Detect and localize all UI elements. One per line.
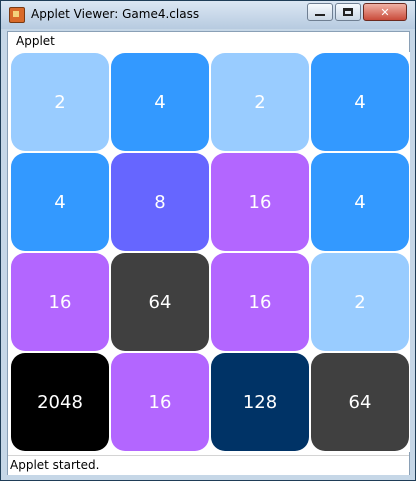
- applet-menu[interactable]: Applet: [16, 34, 55, 48]
- minimize-icon: [315, 14, 325, 16]
- title-bar[interactable]: Applet Viewer: Game4.class ✕: [1, 1, 415, 29]
- game-tile: 8: [111, 153, 209, 251]
- game-tile: 4: [11, 153, 109, 251]
- window-title: Applet Viewer: Game4.class: [31, 7, 200, 21]
- window-controls: ✕: [307, 3, 407, 21]
- minimize-button[interactable]: [307, 3, 333, 21]
- maximize-icon: [343, 8, 353, 16]
- game-tile: 16: [11, 253, 109, 351]
- game-board[interactable]: 2 4 2 4 4 8 16 4 16 64 16 2 2048 16 128 64: [10, 52, 410, 452]
- game-tile: 2: [211, 53, 309, 151]
- game-tile: 64: [111, 253, 209, 351]
- game-tile: 2: [311, 253, 409, 351]
- game-tile: 16: [211, 253, 309, 351]
- maximize-button[interactable]: [335, 3, 361, 21]
- applet-client-area: Applet 2 4 2 4 4 8 16 4 16 64 16 2 2048 16 128 64 Apple…: [7, 31, 410, 475]
- menu-bar: Applet: [8, 32, 409, 51]
- game-tile: 4: [311, 53, 409, 151]
- status-bar: Applet started.: [8, 455, 409, 475]
- status-text: Applet started.: [10, 458, 100, 472]
- game-tile: 16: [111, 353, 209, 451]
- game-tile: 2048: [11, 353, 109, 451]
- game-tile: 128: [211, 353, 309, 451]
- close-icon: ✕: [380, 5, 390, 19]
- game-tile: 2: [11, 53, 109, 151]
- close-button[interactable]: ✕: [363, 3, 407, 21]
- applet-viewer-window: Applet Viewer: Game4.class ✕ Applet 2424…: [0, 0, 416, 481]
- game-tile: 64: [311, 353, 409, 451]
- game-tile: 4: [311, 153, 409, 251]
- game-tile: 16: [211, 153, 309, 251]
- game-tile: 4: [111, 53, 209, 151]
- java-app-icon: [9, 7, 25, 23]
